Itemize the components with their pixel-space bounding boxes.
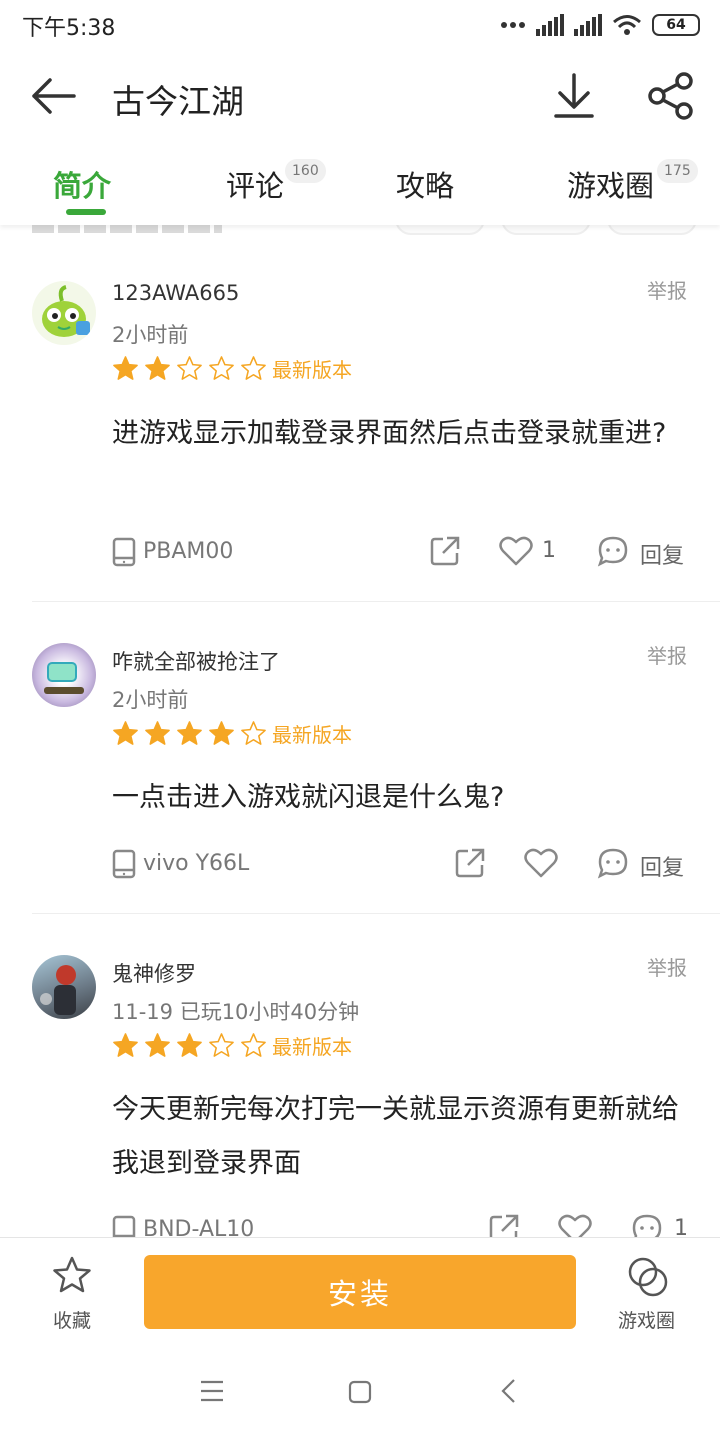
user-name[interactable]: 咋就全部被抢注了 (112, 646, 280, 676)
star-filled-icon (113, 356, 138, 380)
star-filled-icon (145, 356, 170, 380)
divider (32, 913, 720, 914)
favorite-button[interactable]: 收藏 (52, 1306, 92, 1333)
star-outline-icon[interactable] (52, 1255, 92, 1295)
like-count: 1 (542, 538, 556, 563)
battery-icon: 64 (652, 14, 700, 36)
back-icon[interactable] (500, 1378, 516, 1404)
star-filled-icon (145, 1033, 170, 1057)
wifi-icon (613, 15, 641, 35)
version-tag: 最新版本 (272, 358, 352, 382)
tab-bar: 简介 评论 160 攻略 游戏圈 175 (0, 145, 720, 225)
reply-button[interactable]: 回复 (640, 850, 684, 882)
reply-count: 1 (674, 1216, 688, 1237)
review-time: 2小时前 (112, 323, 189, 347)
star-rating (112, 1032, 267, 1059)
share-review-icon[interactable] (454, 847, 486, 879)
avatar[interactable] (32, 643, 96, 707)
star-empty-icon (241, 1033, 266, 1057)
report-button[interactable]: 举报 (647, 952, 687, 981)
back-arrow-icon[interactable] (30, 76, 76, 116)
reply-button[interactable]: 回复 (640, 538, 684, 570)
version-tag: 最新版本 (272, 723, 352, 747)
like-icon[interactable] (558, 1213, 592, 1237)
dots-icon (501, 22, 525, 28)
filter-chip[interactable] (607, 225, 697, 235)
filter-chip[interactable] (395, 225, 485, 235)
star-empty-icon (177, 356, 202, 380)
review-time-playtime: 11-19 已玩10小时40分钟 (112, 1000, 360, 1024)
reply-icon[interactable] (597, 535, 629, 567)
comments-count-badge: 160 (285, 159, 326, 183)
bottom-action-bar: 收藏 安装 游戏圈 (0, 1237, 720, 1345)
star-empty-icon (209, 356, 234, 380)
game-circle-button[interactable]: 游戏圈 (618, 1306, 675, 1333)
review-text: 进游戏显示加载登录界面然后点击登录就重进? (112, 418, 667, 449)
avatar[interactable] (32, 955, 96, 1019)
share-review-icon[interactable] (488, 1213, 520, 1237)
status-bar: 下午5:38 64 (0, 0, 720, 50)
share-review-icon[interactable] (429, 535, 461, 567)
star-empty-icon (209, 1033, 234, 1057)
tab-guides[interactable]: 攻略 (396, 163, 454, 205)
like-icon[interactable] (499, 535, 533, 567)
avatar-image (42, 285, 90, 337)
menu-icon[interactable] (200, 1380, 224, 1402)
phone-icon (112, 537, 136, 567)
tab-active-indicator (66, 209, 106, 215)
divider (32, 601, 720, 602)
star-filled-icon (113, 721, 138, 745)
device-name: vivo Y66L (143, 851, 250, 876)
game-circle-count-badge: 175 (657, 159, 698, 183)
device-name: PBAM00 (143, 539, 234, 564)
review-time: 2小时前 (112, 688, 189, 712)
reply-icon[interactable] (631, 1213, 663, 1237)
title-bar: 古今江湖 (0, 50, 720, 145)
reply-icon[interactable] (597, 847, 629, 879)
like-icon[interactable] (524, 847, 558, 879)
report-button[interactable]: 举报 (647, 275, 687, 304)
filter-chip[interactable] (501, 225, 591, 235)
review-text: 一点击进入游戏就闪退是什么鬼? (112, 782, 505, 813)
star-rating (112, 355, 267, 382)
star-empty-icon (241, 356, 266, 380)
signal-icon (574, 14, 602, 36)
status-icons: 64 (500, 10, 700, 40)
version-tag: 最新版本 (272, 1035, 352, 1059)
download-icon[interactable] (552, 72, 596, 120)
star-empty-icon (241, 721, 266, 745)
star-filled-icon (177, 1033, 202, 1057)
avatar-image (40, 965, 76, 1015)
star-filled-icon (145, 721, 170, 745)
phone-icon (112, 1215, 136, 1237)
avatar-image (44, 662, 84, 694)
signal-icon (536, 14, 564, 36)
user-name[interactable]: 123AWA665 (112, 281, 239, 305)
device-name: BND-AL10 (143, 1217, 255, 1237)
install-button[interactable]: 安装 (144, 1255, 576, 1329)
star-rating (112, 720, 267, 747)
status-time: 下午5:38 (22, 16, 116, 41)
phone-icon (112, 849, 136, 879)
star-filled-icon (177, 721, 202, 745)
avatar[interactable] (32, 281, 96, 345)
tab-comments[interactable]: 评论 (226, 163, 284, 205)
home-icon[interactable] (348, 1380, 372, 1404)
report-button[interactable]: 举报 (647, 640, 687, 669)
star-filled-icon (113, 1033, 138, 1057)
system-nav-bar (0, 1345, 720, 1440)
review-text: 今天更新完每次打完一关就显示资源有更新就给我退到登录界面 (112, 1094, 679, 1179)
review-list[interactable]: 123AWA665 举报 2小时前 最新版本 进游戏显示加载登录界面然后点击登录… (0, 225, 720, 1237)
game-circle-icon[interactable] (626, 1255, 670, 1299)
tab-intro[interactable]: 简介 (53, 163, 111, 205)
share-icon[interactable] (648, 72, 694, 120)
user-name[interactable]: 鬼神修罗 (112, 958, 196, 988)
star-filled-icon (209, 721, 234, 745)
tab-game-circle[interactable]: 游戏圈 (567, 163, 654, 205)
section-header-peek (32, 225, 222, 233)
page-title: 古今江湖 (112, 82, 244, 121)
